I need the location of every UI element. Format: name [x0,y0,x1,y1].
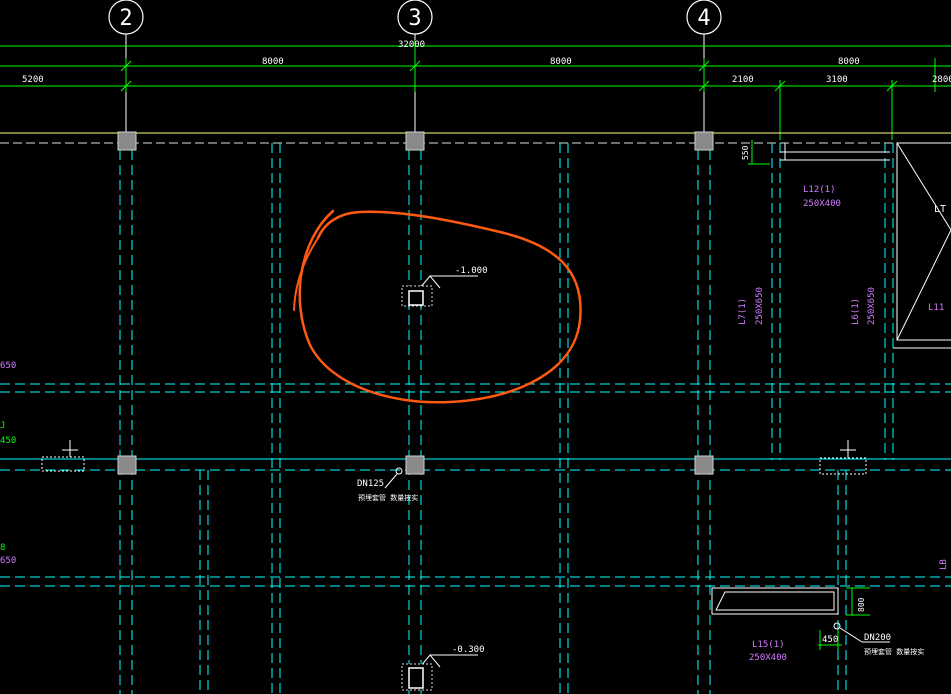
label-lt: LT [934,204,946,215]
right-label-lb: LB [939,559,949,570]
cad-canvas[interactable]: 2 3 4 32000 8000 8000 8000 5200 2100 310… [0,0,951,694]
beam-l12-name: L12(1) [803,185,836,195]
dim-800: 800 [857,597,866,612]
dim-overall: 32000 [398,40,425,50]
left-label-650b: 650 [0,556,16,566]
axis-label-3: 3 [408,6,421,31]
opening-800 [711,587,839,615]
left-label-650a: 650 [0,361,16,371]
axis-label-2: 2 [119,6,132,31]
dim-span-3: 8000 [838,57,860,67]
left-label-8: 8 [0,543,5,553]
elevation-marker-bottom: -0.300 [401,645,485,691]
beam-l11-name: L11 [928,303,944,313]
markup-circle [298,209,582,404]
beam-l7-size: 250X650 [755,287,765,325]
dn125-note: 预埋套管 数量按实 [358,493,418,502]
horizontal-beams [0,383,951,587]
beam-l7-name: L7(1) [738,298,748,325]
markup-tail [293,237,319,311]
left-label-j: J [0,421,5,431]
dim-span-1: 8000 [262,57,284,67]
column-3-top [405,131,425,151]
vertical-beams [119,143,894,694]
dim-sub-4: 2800 [932,75,951,85]
pipe-dn200: DN200 预埋套管 数量按实 [833,622,924,656]
beam-l15-name: L15(1) [752,640,785,650]
dn125-label: DN125 [357,479,384,489]
elevation-top-label: -1.000 [455,266,488,276]
beam-l12-size: 250X400 [803,199,841,209]
axis-bubble-2: 2 [108,0,144,35]
pit-block-right [819,440,867,475]
dim-span-2: 8000 [550,57,572,67]
dim-550-mark [748,140,770,165]
dim-sub-1: 5200 [22,75,44,85]
column-3-mid [405,455,425,475]
left-label-450: 450 [0,436,16,446]
dim-450: 450 [822,635,838,645]
dn200-label: DN200 [864,633,891,643]
dim-550: 550 [741,145,750,160]
elevation-marker-top: -1.000 [401,266,488,307]
column-4-top [694,131,714,151]
axis-bubble-3: 3 [397,0,433,35]
beam-l6-name: L6(1) [851,298,861,325]
column-4-mid [694,455,714,475]
elevation-bottom-label: -0.300 [452,645,485,655]
axis-label-4: 4 [697,6,710,31]
stairwell [780,142,951,349]
beam-l6-size: 250X650 [867,287,877,325]
column-2-top [117,131,137,151]
column-2-mid [117,455,137,475]
dn200-note: 预埋套管 数量按实 [864,647,924,656]
axis-bubble-4: 4 [686,0,722,35]
dim-sub-3: 3100 [826,75,848,85]
dim-sub-2: 2100 [732,75,754,85]
beam-l15-size: 250X400 [749,653,787,663]
pit-block-left [41,440,85,472]
floor-plan-drawing: 2 3 4 32000 8000 8000 8000 5200 2100 310… [0,0,951,694]
dimension-lines [0,40,951,140]
